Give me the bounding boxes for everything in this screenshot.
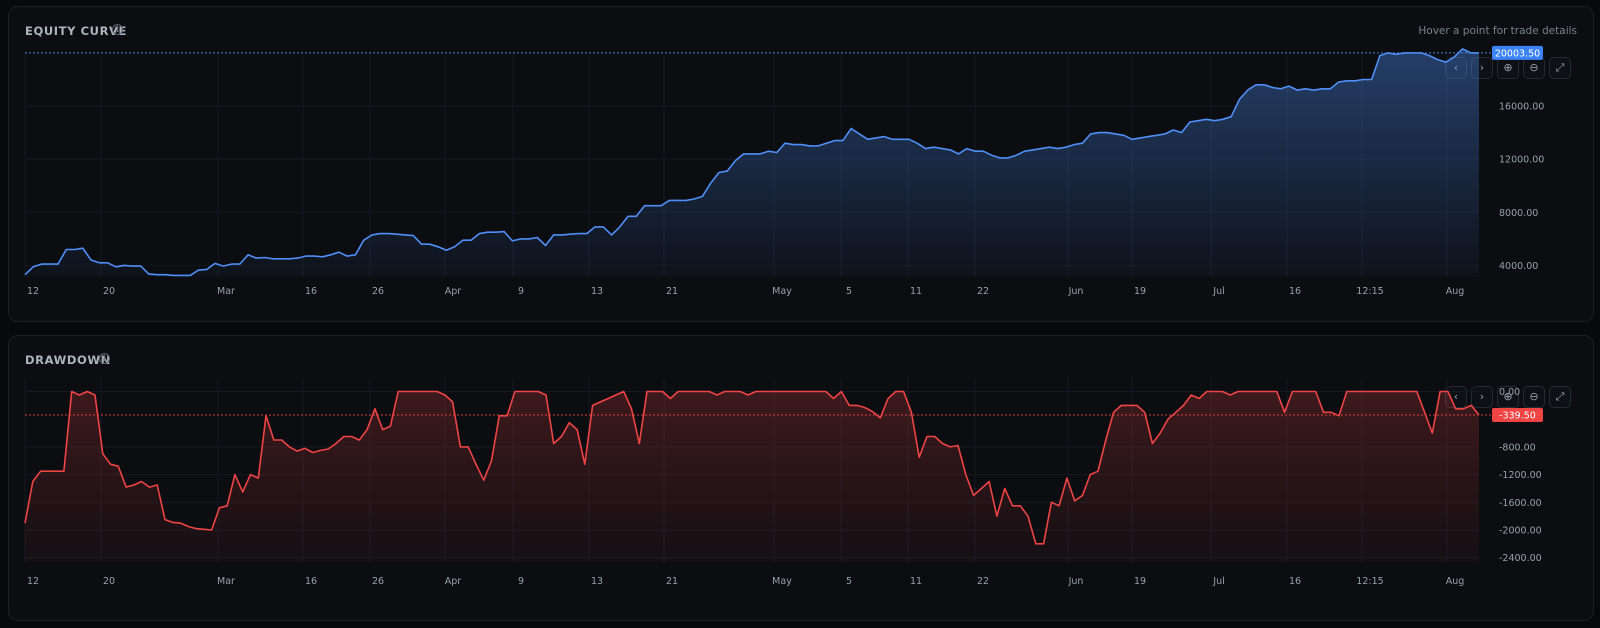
y-tick-label: 16000.00 xyxy=(1499,102,1544,113)
x-tick-label: May xyxy=(772,576,792,587)
x-tick-label: Aug xyxy=(1446,286,1465,297)
x-tick-label: 5 xyxy=(846,286,852,297)
x-tick-label: 16 xyxy=(1289,286,1301,297)
y-tick-label: -2000.00 xyxy=(1499,526,1542,537)
last-value-label: -339.50 xyxy=(1499,411,1536,422)
x-tick-label: 19 xyxy=(1134,286,1146,297)
x-tick-label: 16 xyxy=(305,576,317,587)
x-tick-label: 21 xyxy=(666,286,678,297)
x-tick-label: Jul xyxy=(1212,576,1224,587)
x-tick-label: 16 xyxy=(1289,576,1301,587)
x-tick-label: 5 xyxy=(846,576,852,587)
x-tick-label: Jun xyxy=(1068,286,1084,297)
equity-chart[interactable]: 4000.00 8000.00 12000.00 16000.00 12 20 Mar 16 2… xyxy=(9,7,1595,323)
x-tick-label: 9 xyxy=(518,286,524,297)
x-tick-label: Apr xyxy=(445,286,462,297)
x-tick-label: 11 xyxy=(910,286,922,297)
x-tick-label: 20 xyxy=(103,576,115,587)
last-value-badge: -339.50 xyxy=(1492,408,1543,423)
x-tick-label: 12:15 xyxy=(1356,286,1383,297)
y-tick-label: -1600.00 xyxy=(1499,498,1542,509)
x-tick-label: 21 xyxy=(666,576,678,587)
x-tick-label: Aug xyxy=(1446,576,1465,587)
x-tick-label: 12 xyxy=(27,576,39,587)
x-tick-label: Mar xyxy=(217,286,235,297)
y-tick-label: 12000.00 xyxy=(1499,155,1544,166)
last-value-badge: 20003.50 xyxy=(1492,45,1543,60)
x-tick-label: May xyxy=(772,286,792,297)
y-tick-label: -1200.00 xyxy=(1499,470,1542,481)
x-tick-label: 12:15 xyxy=(1356,576,1383,587)
drawdown-panel: DRAWDOWN i ‹ › ⊕ ⊖ ⤢ 0.00 -800.00 -1200.00… xyxy=(8,335,1594,621)
x-tick-label: 9 xyxy=(518,576,524,587)
x-tick-label: Apr xyxy=(445,576,462,587)
drawdown-chart[interactable]: 0.00 -800.00 -1200.00 -1600.00 -2000.00 -2400… xyxy=(9,336,1595,622)
x-tick-label: 26 xyxy=(372,286,384,297)
x-tick-label: 26 xyxy=(372,576,384,587)
x-tick-label: 13 xyxy=(591,286,603,297)
x-tick-label: 22 xyxy=(977,286,989,297)
area-fill xyxy=(25,48,1479,278)
y-tick-label: 4000.00 xyxy=(1499,261,1538,272)
y-tick-label: -800.00 xyxy=(1499,442,1536,453)
y-tick-label: -2400.00 xyxy=(1499,553,1542,564)
area-fill xyxy=(25,391,1479,562)
x-tick-label: 16 xyxy=(305,286,317,297)
x-tick-label: Mar xyxy=(217,576,235,587)
x-tick-label: Jun xyxy=(1068,576,1084,587)
y-tick-label: 0.00 xyxy=(1499,387,1520,398)
x-tick-label: 20 xyxy=(103,286,115,297)
y-tick-label: 8000.00 xyxy=(1499,208,1538,219)
equity-curve-panel: EQUITY CURVE i Hover a point for trade d… xyxy=(8,6,1594,322)
x-tick-label: 13 xyxy=(591,576,603,587)
x-tick-label: 19 xyxy=(1134,576,1146,587)
x-tick-label: 12 xyxy=(27,286,39,297)
x-tick-label: 11 xyxy=(910,576,922,587)
x-tick-label: Jul xyxy=(1212,286,1224,297)
x-tick-label: 22 xyxy=(977,576,989,587)
last-value-label: 20003.50 xyxy=(1495,48,1540,59)
